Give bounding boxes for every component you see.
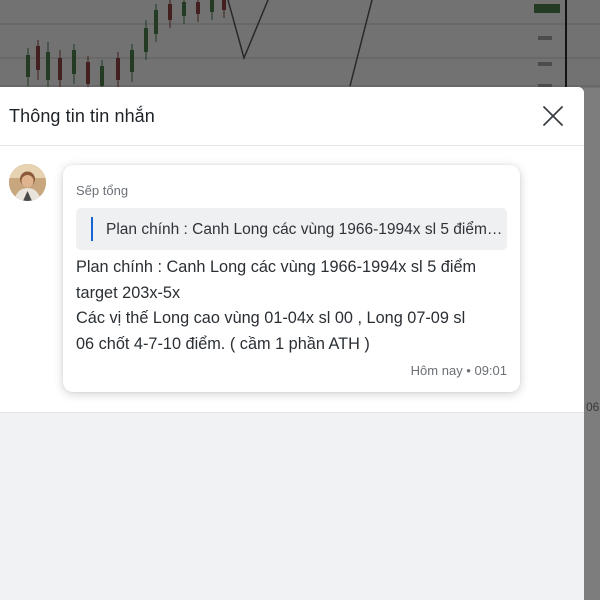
modal-title: Thông tin tin nhắn — [9, 106, 155, 126]
message-info-modal: Thông tin tin nhắn Sếp tổng Plan chính:… — [0, 87, 584, 600]
close-icon — [543, 106, 563, 126]
background-text-fragment: 06 — [586, 400, 600, 414]
background-chart — [0, 0, 600, 100]
message-bubble[interactable]: Sếp tổng Plan chính : Canh Long các vùng… — [63, 165, 520, 392]
message-area: Sếp tổng Plan chính : Canh Long các vùng… — [0, 146, 584, 413]
avatar[interactable] — [9, 164, 46, 201]
quoted-message[interactable]: Plan chính : Canh Long các vùng 1966-199… — [76, 208, 507, 250]
modal-header: Thông tin tin nhắn — [0, 87, 584, 146]
message-line: Các vị thế Long cao vùng 01-04x sl 00 , … — [76, 309, 466, 327]
background-right-strip: 06 — [584, 88, 600, 600]
message-line: Plan chính : Canh Long các vùng 1966-199… — [76, 258, 477, 276]
quote-accent-bar — [91, 217, 93, 241]
message-timestamp: Hôm nay • 09:01 — [410, 363, 507, 378]
message-text: Plan chính : Canh Long các vùng 1966-199… — [76, 255, 508, 357]
sender-name: Sếp tổng — [76, 183, 129, 198]
close-button[interactable] — [541, 104, 565, 128]
message-line: 06 chốt 4-7-10 điểm. ( cầm 1 phần ATH ) — [76, 334, 370, 353]
user-avatar-icon — [9, 164, 46, 201]
message-line: target 203x-5x — [76, 283, 181, 302]
candles — [26, 0, 226, 96]
background-chart-svg — [0, 0, 600, 100]
quoted-message-text: Plan chính : Canh Long các vùng 1966-199… — [106, 221, 504, 238]
